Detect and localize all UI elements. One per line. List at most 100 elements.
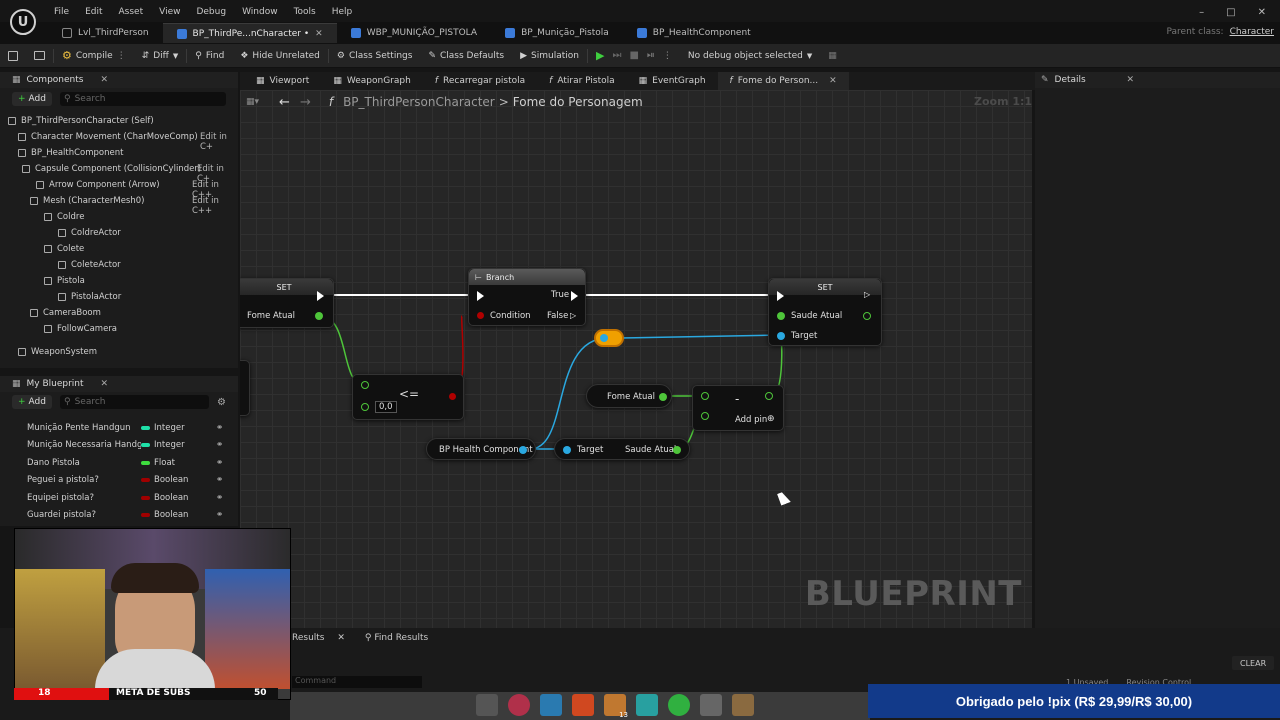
app-icon[interactable]	[732, 694, 754, 716]
menu-tools[interactable]: Tools	[286, 0, 324, 24]
components-search-input[interactable]: ⚲ Search	[59, 92, 226, 106]
variable-item[interactable]: Munição Necessaria Handgu Integer ⚭	[27, 437, 227, 453]
close-icon[interactable]: ✕	[337, 633, 345, 643]
condition-pin[interactable]	[477, 312, 484, 319]
visibility-eye-icon[interactable]: ⚭	[216, 423, 223, 433]
find-button[interactable]: ⚲ Find	[187, 44, 232, 68]
parent-class-link[interactable]: Character	[1230, 27, 1274, 37]
component-item[interactable]: Coldre	[44, 209, 84, 225]
add-component-button[interactable]: + Add	[12, 92, 52, 106]
tab-bp-healthcomponent[interactable]: BP_HealthComponent	[623, 23, 765, 43]
close-icon[interactable]: ✕	[100, 75, 108, 85]
literal-value-field[interactable]: 0,0	[375, 401, 397, 413]
float-in-pin[interactable]	[361, 403, 369, 411]
tab-find-results[interactable]: ⚲ Find Results	[365, 633, 428, 643]
my-blueprint-search-input[interactable]: ⚲ Search	[59, 395, 210, 409]
exec-true-pin[interactable]	[571, 291, 578, 301]
visibility-eye-icon[interactable]: ⚭	[216, 510, 223, 520]
exec-out-pin[interactable]	[317, 291, 324, 301]
component-item[interactable]: ColeteActor	[58, 257, 121, 273]
component-item[interactable]: BP_ThirdPersonCharacter (Self)	[8, 113, 154, 129]
compile-button[interactable]: ⚙ Compile ⋮	[54, 44, 134, 68]
clear-button[interactable]: CLEAR	[1232, 656, 1275, 670]
simulation-button[interactable]: ▶ Simulation	[512, 44, 587, 68]
component-item[interactable]: CameraBoom	[30, 305, 101, 321]
tab-wbp-municao-pistola[interactable]: WBP_MUNIÇÃO_PISTOLA	[337, 23, 491, 43]
edit-in-cpp-link[interactable]: Edit in C+	[200, 132, 238, 152]
menu-help[interactable]: Help	[324, 0, 361, 24]
exec-out-pin[interactable]: ▷	[864, 290, 872, 301]
graph-canvas[interactable]: SET Fome Atual 0,0 <= ⊢ Branch True Cond…	[240, 90, 1032, 628]
menu-edit[interactable]: Edit	[77, 0, 110, 24]
float-in-pin[interactable]	[777, 312, 785, 320]
app-icon[interactable]	[668, 694, 690, 716]
tab-compiler-results[interactable]: Results ✕	[292, 633, 345, 643]
add-member-button[interactable]: + Add	[12, 395, 52, 409]
app-icon[interactable]	[508, 694, 530, 716]
add-pin-icon[interactable]: ⊕	[767, 414, 775, 424]
app-icon[interactable]	[540, 694, 562, 716]
float-in-pin[interactable]	[701, 412, 709, 420]
component-item[interactable]: Capsule Component (CollisionCylinder)	[22, 161, 201, 177]
component-item[interactable]: FollowCamera	[44, 321, 117, 337]
reroute-in-pin[interactable]	[600, 334, 608, 342]
minimize-icon[interactable]: –	[1199, 7, 1204, 18]
float-in-pin[interactable]	[701, 392, 709, 400]
component-item[interactable]: Arrow Component (Arrow)	[36, 177, 160, 193]
tab-weapongraph[interactable]: ▦ WeaponGraph	[321, 72, 422, 90]
breadcrumb-root[interactable]: BP_ThirdPersonCharacter	[343, 95, 495, 109]
tab-bp-thirdpersoncharacter[interactable]: BP_ThirdPe...nCharacter • ✕	[162, 23, 337, 43]
app-icon[interactable]	[700, 694, 722, 716]
float-out-pin[interactable]	[315, 312, 323, 320]
forward-arrow-icon[interactable]: →	[300, 95, 311, 110]
close-icon[interactable]: ✕	[100, 379, 108, 389]
tab-viewport[interactable]: ▦ Viewport	[244, 72, 321, 90]
hide-unrelated-button[interactable]: ❖ Hide Unrelated	[232, 44, 328, 68]
variable-item[interactable]: Munição Pente Handgun Integer ⚭	[27, 420, 227, 436]
visibility-eye-icon[interactable]: ⚭	[216, 458, 223, 468]
target-pin[interactable]	[777, 332, 785, 340]
stop-icon[interactable]: ■	[629, 50, 638, 61]
visibility-eye-icon[interactable]: ⚭	[216, 440, 223, 450]
exec-in-pin[interactable]	[777, 291, 784, 301]
variable-item[interactable]: Dano Pistola Float ⚭	[27, 455, 227, 471]
app-icon[interactable]	[572, 694, 594, 716]
float-in-pin[interactable]	[361, 381, 369, 389]
tab-recarregar-pistola[interactable]: f Recarregar pistola	[423, 72, 537, 90]
more-options-icon[interactable]: ⋮	[663, 51, 672, 61]
tab-bp-municao-pistola[interactable]: BP_Munição_Pistola	[491, 23, 623, 43]
branch-node[interactable]: ⊢ Branch True Condition False ▷	[468, 268, 586, 326]
class-settings-button[interactable]: ⚙ Class Settings	[329, 44, 421, 68]
component-item[interactable]: Character Movement (CharMoveComp)	[18, 129, 198, 145]
target-pin[interactable]	[563, 446, 571, 454]
eject-icon[interactable]: ⏯	[647, 50, 655, 61]
variable-item[interactable]: Equipei pistola? Boolean ⚭	[27, 490, 227, 506]
set-saude-atual-node[interactable]: SET ▷ Saude Atual Target	[768, 278, 882, 346]
unreal-logo[interactable]: U	[10, 9, 36, 35]
component-item[interactable]: Pistola	[44, 273, 85, 289]
menu-debug[interactable]: Debug	[188, 0, 234, 24]
class-defaults-button[interactable]: ✎ Class Defaults	[420, 44, 512, 68]
tab-atirar-pistola[interactable]: f Atirar Pistola	[537, 72, 626, 90]
app-icon[interactable]	[636, 694, 658, 716]
close-icon[interactable]: ✕	[1126, 75, 1134, 85]
debug-object-select[interactable]: No debug object selected ▼	[680, 44, 820, 68]
component-item[interactable]: Mesh (CharacterMesh0)	[30, 193, 144, 209]
reroute-node[interactable]	[594, 329, 624, 347]
more-options-icon[interactable]: ⋮	[117, 51, 126, 61]
component-item[interactable]: Colete	[44, 241, 84, 257]
bool-out-pin[interactable]	[449, 393, 456, 400]
tab-eventgraph[interactable]: ▦ EventGraph	[627, 72, 718, 90]
less-equal-node[interactable]: 0,0 <=	[352, 374, 464, 420]
get-saude-atual-node[interactable]: Target Saude Atual	[554, 438, 690, 460]
float-out-pin[interactable]	[863, 312, 871, 320]
save-button[interactable]	[0, 44, 26, 68]
tab-fome-do-personagem[interactable]: f Fome do Person... ✕	[717, 72, 849, 90]
visibility-eye-icon[interactable]: ⚭	[216, 475, 223, 485]
variable-item[interactable]: Peguei a pistola? Boolean ⚭	[27, 472, 227, 488]
component-item[interactable]: WeaponSystem	[18, 344, 97, 360]
add-pin-button[interactable]: Add pin	[735, 415, 767, 425]
close-icon[interactable]: ✕	[1258, 7, 1266, 18]
close-tab-icon[interactable]: ✕	[829, 76, 837, 86]
object-out-pin[interactable]	[519, 446, 527, 454]
